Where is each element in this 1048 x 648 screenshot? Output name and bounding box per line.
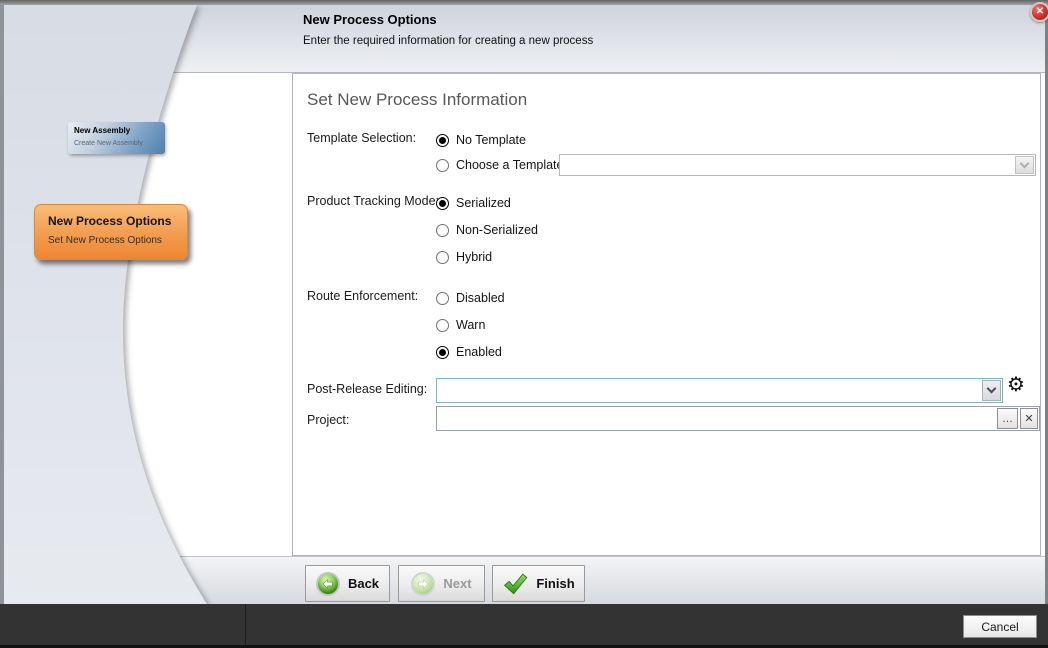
radio-serialized[interactable]: Serialized xyxy=(436,195,511,211)
project-input[interactable] xyxy=(439,408,995,429)
radio-indicator xyxy=(436,346,449,359)
template-combo-input[interactable] xyxy=(562,156,1013,174)
page-title: Set New Process Information xyxy=(307,90,527,110)
arrow-right-circle-icon xyxy=(411,572,435,596)
new-process-options-dialog: New Process Options Enter the required i… xyxy=(0,0,1048,648)
wizard-steps-sidebar xyxy=(4,5,230,604)
step-title: New Assembly xyxy=(74,126,165,135)
project-clear-button[interactable]: ✕ xyxy=(1020,408,1038,429)
step-title: New Process Options xyxy=(48,214,187,228)
radio-indicator xyxy=(436,224,449,237)
radio-label: Warn xyxy=(456,318,485,332)
next-button[interactable]: Next xyxy=(398,565,485,602)
radio-label: Choose a Template xyxy=(456,158,563,172)
window-border-top xyxy=(0,0,1048,5)
post-release-dropdown-button[interactable] xyxy=(982,380,1001,401)
arrow-left-circle-icon xyxy=(316,572,340,596)
radio-warn[interactable]: Warn xyxy=(436,317,485,333)
form-panel: Set New Process Information Template Sel… xyxy=(292,73,1041,556)
post-release-editing-combo[interactable] xyxy=(436,378,1003,403)
back-button-label: Back xyxy=(348,576,379,591)
wizard-step-new-process-options[interactable]: New Process Options Set New Process Opti… xyxy=(34,204,188,260)
radio-hybrid[interactable]: Hybrid xyxy=(436,249,492,265)
finish-button[interactable]: Finish xyxy=(492,565,585,602)
check-icon xyxy=(502,572,528,596)
radio-enabled[interactable]: Enabled xyxy=(436,344,502,360)
radio-indicator xyxy=(436,319,449,332)
back-button[interactable]: Back xyxy=(305,565,390,602)
project-browse-button[interactable]: … xyxy=(997,408,1018,429)
step-subtitle: Set New Process Options xyxy=(48,235,187,246)
template-combo-dropdown-button[interactable] xyxy=(1015,156,1034,174)
cancel-button[interactable]: Cancel xyxy=(963,615,1037,638)
template-combo[interactable] xyxy=(559,154,1036,176)
radio-indicator xyxy=(436,159,449,172)
post-release-editing-label: Post-Release Editing: xyxy=(307,382,427,396)
radio-indicator xyxy=(436,197,449,210)
radio-disabled[interactable]: Disabled xyxy=(436,290,505,306)
project-label: Project: xyxy=(307,413,349,427)
radio-indicator xyxy=(436,251,449,264)
radio-label: No Template xyxy=(456,133,526,147)
chevron-down-icon xyxy=(1020,158,1030,168)
footer-divider xyxy=(245,604,246,648)
wizard-title: New Process Options xyxy=(303,12,437,27)
next-button-label: Next xyxy=(443,576,471,591)
finish-button-label: Finish xyxy=(536,576,574,591)
radio-label: Non-Serialized xyxy=(456,223,538,237)
wizard-step-new-assembly[interactable]: New Assembly Create New Assembly xyxy=(68,122,165,154)
radio-choose-template[interactable]: Choose a Template xyxy=(436,157,563,173)
gear-icon[interactable]: ⚙ xyxy=(1007,375,1025,395)
post-release-editing-input[interactable] xyxy=(439,380,980,401)
radio-indicator xyxy=(436,134,449,147)
radio-label: Hybrid xyxy=(456,250,492,264)
radio-label: Serialized xyxy=(456,196,511,210)
project-field[interactable]: … ✕ xyxy=(436,406,1040,431)
clear-icon: ✕ xyxy=(1024,412,1033,425)
wizard-subtitle: Enter the required information for creat… xyxy=(303,35,593,47)
radio-label: Enabled xyxy=(456,345,502,359)
window-border-left xyxy=(0,5,4,604)
radio-label: Disabled xyxy=(456,291,505,305)
cancel-button-label: Cancel xyxy=(981,620,1018,634)
radio-no-template[interactable]: No Template xyxy=(436,132,526,148)
close-icon[interactable]: ✕ xyxy=(1030,2,1048,22)
footer-bar: Cancel xyxy=(0,604,1048,648)
radio-indicator xyxy=(436,292,449,305)
route-enforcement-label: Route Enforcement: xyxy=(307,289,418,303)
product-tracking-label: Product Tracking Mode: xyxy=(307,194,439,208)
sidebar-curve-shape xyxy=(4,5,207,604)
radio-non-serialized[interactable]: Non-Serialized xyxy=(436,222,538,238)
step-subtitle: Create New Assembly xyxy=(74,140,165,147)
template-selection-label: Template Selection: xyxy=(307,131,416,145)
ellipsis-icon: … xyxy=(1002,413,1013,425)
chevron-down-icon xyxy=(987,384,997,394)
